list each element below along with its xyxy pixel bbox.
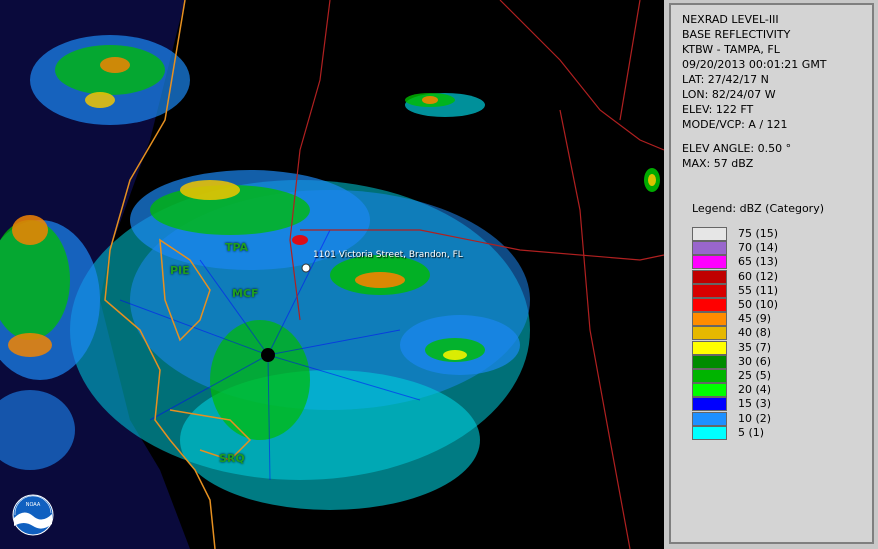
product-name: NEXRAD LEVEL-III <box>682 13 779 26</box>
legend-item: 60 (12) <box>692 269 852 284</box>
legend-swatch <box>692 241 727 256</box>
station-latitude: LAT: 27/42/17 N <box>682 73 769 86</box>
legend-swatch <box>692 354 727 369</box>
radar-map[interactable]: 1101 Victoria Street, Brandon, FL TPA PI… <box>0 0 664 549</box>
legend-item: 45 (9) <box>692 312 852 327</box>
legend-swatch <box>692 383 727 398</box>
legend-label: 5 (1) <box>738 425 765 439</box>
map-graphics <box>0 0 664 549</box>
legend-item: 30 (6) <box>692 354 852 369</box>
legend-item: 10 (2) <box>692 411 852 426</box>
legend-label: 10 (2) <box>738 411 772 425</box>
airport-label-pie: PIE <box>170 264 190 277</box>
airport-label-tpa: TPA <box>225 241 249 254</box>
noaa-logo-icon: NOAA <box>12 494 54 536</box>
legend-item: 70 (14) <box>692 241 852 256</box>
legend-swatch <box>692 425 727 440</box>
max-reflectivity: MAX: 57 dBZ <box>682 157 754 170</box>
legend-item: 40 (8) <box>692 326 852 341</box>
legend-label: 55 (11) <box>738 283 779 297</box>
legend-item: 55 (11) <box>692 283 852 298</box>
svg-text:NOAA: NOAA <box>26 502 41 508</box>
airport-label-srq: SRQ <box>219 452 245 465</box>
legend-item: 75 (15) <box>692 227 852 241</box>
legend-label: 75 (15) <box>738 227 779 240</box>
address-label: 1101 Victoria Street, Brandon, FL <box>313 250 463 260</box>
legend-swatch <box>692 298 727 312</box>
legend-swatch <box>692 227 727 241</box>
legend-item: 50 (10) <box>692 298 852 312</box>
mode-vcp: MODE/VCP: A / 121 <box>682 118 788 131</box>
legend-swatch <box>692 312 727 327</box>
legend-swatch <box>692 255 727 270</box>
scan-datetime: 09/20/2013 00:01:21 GMT <box>682 58 827 71</box>
info-panel: NEXRAD LEVEL-III BASE REFLECTIVITY KTBW … <box>669 3 874 544</box>
legend-title: Legend: dBZ (Category) <box>692 202 824 215</box>
legend-label: 35 (7) <box>738 340 772 354</box>
station-name: KTBW - TAMPA, FL <box>682 43 780 56</box>
legend-swatch <box>692 269 727 284</box>
legend-swatch <box>692 397 727 412</box>
station-elevation: ELEV: 122 FT <box>682 103 754 116</box>
address-marker <box>301 263 311 273</box>
legend-item: 15 (3) <box>692 397 852 412</box>
legend-label: 45 (9) <box>738 312 772 326</box>
legend-label: 25 (5) <box>738 369 772 382</box>
legend-item: 20 (4) <box>692 383 852 398</box>
legend-item: 65 (13) <box>692 255 852 270</box>
legend-label: 30 (6) <box>738 354 772 368</box>
airport-label-mcf: MCF <box>232 287 259 300</box>
legend-label: 50 (10) <box>738 298 779 311</box>
legend-label: 40 (8) <box>738 326 772 340</box>
legend-label: 20 (4) <box>738 383 772 397</box>
legend-swatch <box>692 340 727 355</box>
station-longitude: LON: 82/24/07 W <box>682 88 776 101</box>
legend-label: 70 (14) <box>738 241 779 255</box>
legend-label: 60 (12) <box>738 269 779 283</box>
legend-swatch <box>692 411 727 426</box>
product-type: BASE REFLECTIVITY <box>682 28 791 41</box>
legend-item: 5 (1) <box>692 425 852 440</box>
legend-label: 15 (3) <box>738 397 772 411</box>
legend-item: 35 (7) <box>692 340 852 355</box>
legend-swatch <box>692 326 727 341</box>
legend-label: 65 (13) <box>738 255 779 269</box>
radar-site <box>261 348 275 362</box>
legend-item: 25 (5) <box>692 369 852 383</box>
legend-swatch <box>692 283 727 298</box>
legend-swatch <box>692 369 727 383</box>
elevation-angle: ELEV ANGLE: 0.50 ° <box>682 142 792 155</box>
